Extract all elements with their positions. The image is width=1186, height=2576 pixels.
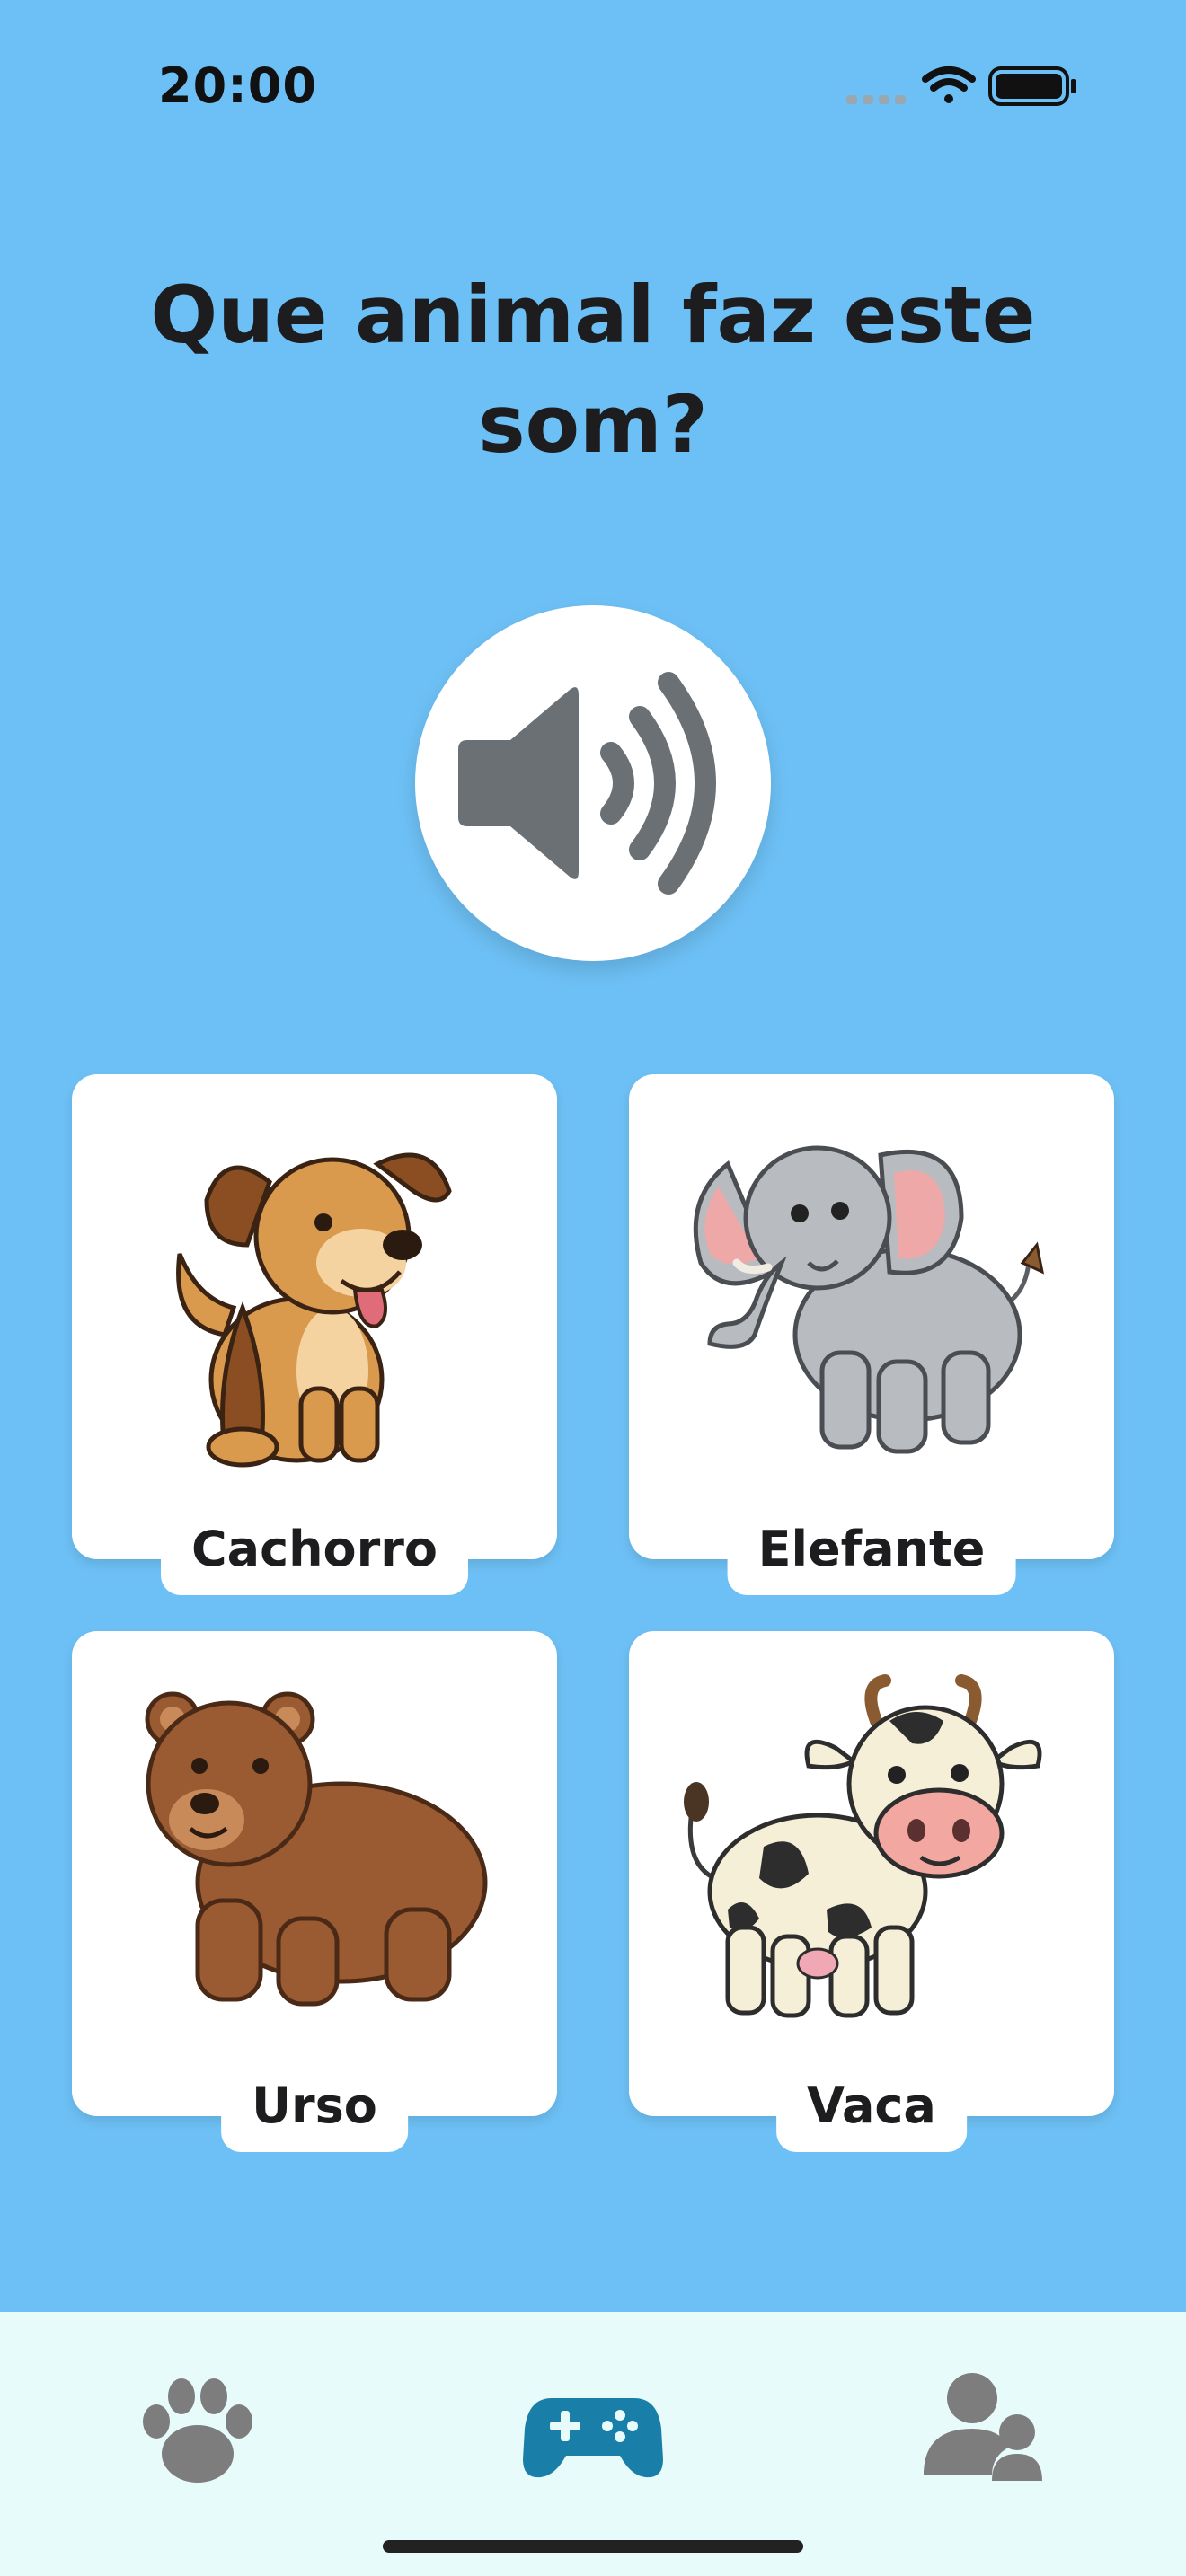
bear-icon xyxy=(145,1691,488,2007)
status-bar: 20:00 xyxy=(0,0,1186,171)
paw-icon xyxy=(143,2378,252,2483)
option-label: Urso xyxy=(221,2065,408,2152)
tab-profile[interactable] xyxy=(916,2366,1060,2492)
tab-games[interactable] xyxy=(521,2366,665,2492)
option-label: Vaca xyxy=(776,2065,967,2152)
option-card-vaca[interactable]: Vaca xyxy=(629,1631,1114,2152)
home-indicator[interactable] xyxy=(383,2540,803,2553)
tab-animals[interactable] xyxy=(126,2366,270,2492)
tab-bar xyxy=(0,2312,1186,2576)
cow-icon xyxy=(684,1674,1042,2018)
play-sound-button[interactable] xyxy=(415,605,771,961)
elephant-icon xyxy=(693,1145,1045,1454)
speaker-icon xyxy=(458,672,716,895)
wifi-icon xyxy=(922,66,976,103)
question-line-1: Que animal faz este xyxy=(150,269,1036,361)
option-label: Cachorro xyxy=(161,1508,468,1595)
cellular-signal-icon xyxy=(846,95,906,104)
battery-icon xyxy=(988,66,1076,106)
dog-icon xyxy=(176,1152,452,1468)
option-label: Elefante xyxy=(727,1508,1016,1595)
question-line-2: som? xyxy=(478,378,708,471)
users-icon xyxy=(924,2373,1042,2481)
status-icons xyxy=(846,65,1080,110)
status-time: 20:00 xyxy=(158,57,317,114)
gamepad-icon xyxy=(523,2398,663,2478)
option-card-urso[interactable]: Urso xyxy=(72,1631,557,2152)
question-title: Que animal faz este som? xyxy=(108,260,1078,480)
option-card-cachorro[interactable]: Cachorro xyxy=(72,1074,557,1595)
option-card-elefante[interactable]: Elefante xyxy=(629,1074,1114,1595)
